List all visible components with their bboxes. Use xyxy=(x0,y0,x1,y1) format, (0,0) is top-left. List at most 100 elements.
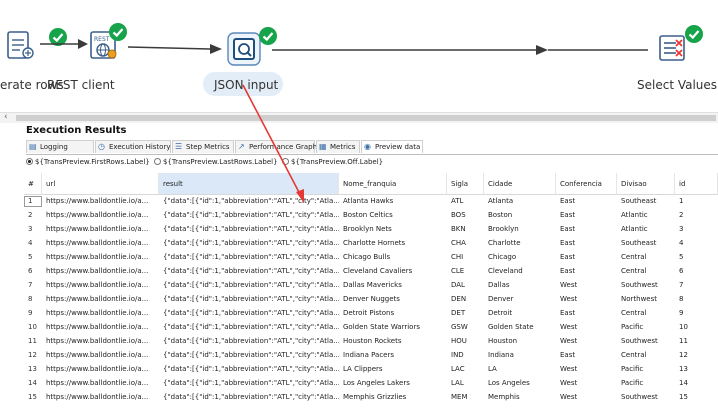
cell-nome-franquia[interactable]: Brooklyn Nets xyxy=(339,224,447,235)
column-header-id[interactable]: id xyxy=(675,173,718,195)
hop-generate-to-rest[interactable] xyxy=(40,39,88,49)
cell-divisao[interactable]: Pacific xyxy=(617,322,675,333)
cell-sigla[interactable]: DEN xyxy=(447,294,484,305)
cell-divisao[interactable]: Northwest xyxy=(617,294,675,305)
column-header-result[interactable]: result xyxy=(159,173,339,195)
cell-conferencia[interactable]: East xyxy=(556,210,617,221)
cell-id[interactable]: 12 xyxy=(675,350,718,361)
table-row[interactable]: 15 https://www.balldontlie.io/a... {"data"… xyxy=(24,392,718,403)
cell-row-number[interactable]: 3 xyxy=(24,224,42,235)
cell-result[interactable]: {"data":[{"id":1,"abbreviation":"ATL","c… xyxy=(159,266,339,277)
cell-cidade[interactable]: LA xyxy=(484,364,556,375)
column-header-url[interactable]: url xyxy=(42,173,159,195)
cell-result[interactable]: {"data":[{"id":1,"abbreviation":"ATL","c… xyxy=(159,364,339,375)
cell-row-number[interactable]: 10 xyxy=(24,322,42,333)
cell-result[interactable]: {"data":[{"id":1,"abbreviation":"ATL","c… xyxy=(159,280,339,291)
table-row[interactable]: 12 https://www.balldontlie.io/a... {"data"… xyxy=(24,350,718,361)
cell-cidade[interactable]: Charlotte xyxy=(484,238,556,249)
cell-row-number[interactable]: 7 xyxy=(24,280,42,291)
tab-logging[interactable]: ▤ Logging xyxy=(26,140,94,153)
cell-nome-franquia[interactable]: Charlotte Hornets xyxy=(339,238,447,249)
cell-id[interactable]: 15 xyxy=(675,392,718,403)
table-row[interactable]: 9 https://www.balldontlie.io/a... {"data":… xyxy=(24,308,718,319)
cell-cidade[interactable]: Indiana xyxy=(484,350,556,361)
column-header-row-number[interactable]: # xyxy=(24,173,42,195)
cell-id[interactable]: 9 xyxy=(675,308,718,319)
cell-id[interactable]: 11 xyxy=(675,336,718,347)
cell-conferencia[interactable]: East xyxy=(556,266,617,277)
cell-row-number[interactable]: 8 xyxy=(24,294,42,305)
cell-sigla[interactable]: HOU xyxy=(447,336,484,347)
cell-cidade[interactable]: Atlanta xyxy=(484,196,556,207)
cell-conferencia[interactable]: East xyxy=(556,238,617,249)
table-row[interactable]: 5 https://www.balldontlie.io/a... {"data":… xyxy=(24,252,718,263)
table-row[interactable]: 10 https://www.balldontlie.io/a... {"data"… xyxy=(24,322,718,333)
cell-divisao[interactable]: Pacific xyxy=(617,364,675,375)
cell-divisao[interactable]: Central xyxy=(617,252,675,263)
cell-id[interactable]: 14 xyxy=(675,378,718,389)
cell-nome-franquia[interactable]: Boston Celtics xyxy=(339,210,447,221)
cell-result[interactable]: {"data":[{"id":1,"abbreviation":"ATL","c… xyxy=(159,308,339,319)
cell-id[interactable]: 10 xyxy=(675,322,718,333)
cell-conferencia[interactable]: East xyxy=(556,308,617,319)
cell-row-number[interactable]: 5 xyxy=(24,252,42,263)
tab-step-metrics[interactable]: ☰ Step Metrics xyxy=(172,140,234,153)
table-row[interactable]: 7 https://www.balldontlie.io/a... {"data":… xyxy=(24,280,718,291)
scroll-left-arrow-icon[interactable]: ‹ xyxy=(4,112,8,122)
tab-metrics[interactable]: ▦ Metrics xyxy=(316,140,360,153)
cell-sigla[interactable]: DET xyxy=(447,308,484,319)
cell-result[interactable]: {"data":[{"id":1,"abbreviation":"ATL","c… xyxy=(159,392,339,403)
cell-sigla[interactable]: CHI xyxy=(447,252,484,263)
cell-id[interactable]: 1 xyxy=(675,196,718,207)
cell-id[interactable]: 4 xyxy=(675,238,718,249)
cell-url[interactable]: https://www.balldontlie.io/a... xyxy=(42,308,159,319)
table-row[interactable]: 11 https://www.balldontlie.io/a... {"data"… xyxy=(24,336,718,347)
cell-id[interactable]: 2 xyxy=(675,210,718,221)
cell-url[interactable]: https://www.balldontlie.io/a... xyxy=(42,238,159,249)
cell-divisao[interactable]: Central xyxy=(617,266,675,277)
cell-url[interactable]: https://www.balldontlie.io/a... xyxy=(42,364,159,375)
cell-sigla[interactable]: BOS xyxy=(447,210,484,221)
cell-nome-franquia[interactable]: Dallas Mavericks xyxy=(339,280,447,291)
tab-performance-graph[interactable]: ↗ Performance Graph xyxy=(235,140,317,153)
column-header-divisao[interactable]: Divisao xyxy=(617,173,675,195)
cell-cidade[interactable]: Houston xyxy=(484,336,556,347)
tab-execution-history[interactable]: ◷ Execution History xyxy=(95,140,171,153)
cell-cidade[interactable]: Los Angeles xyxy=(484,378,556,389)
cell-conferencia[interactable]: West xyxy=(556,364,617,375)
cell-cidade[interactable]: Dallas xyxy=(484,280,556,291)
radio-last-rows[interactable]: ${TransPreview.LastRows.Label} xyxy=(154,157,278,168)
cell-id[interactable]: 7 xyxy=(675,280,718,291)
column-header-nome-franquia[interactable]: Nome_franquia xyxy=(339,173,447,195)
radio-dot[interactable] xyxy=(154,158,161,165)
cell-result[interactable]: {"data":[{"id":1,"abbreviation":"ATL","c… xyxy=(159,378,339,389)
cell-divisao[interactable]: Central xyxy=(617,308,675,319)
cell-row-number[interactable]: 2 xyxy=(24,210,42,221)
cell-row-number[interactable]: 14 xyxy=(24,378,42,389)
cell-nome-franquia[interactable]: Denver Nuggets xyxy=(339,294,447,305)
cell-divisao[interactable]: Atlantic xyxy=(617,210,675,221)
cell-row-number[interactable]: 12 xyxy=(24,350,42,361)
cell-cidade[interactable]: Golden State xyxy=(484,322,556,333)
cell-url[interactable]: https://www.balldontlie.io/a... xyxy=(42,378,159,389)
cell-result[interactable]: {"data":[{"id":1,"abbreviation":"ATL","c… xyxy=(159,252,339,263)
column-header-conferencia[interactable]: Conferencia xyxy=(556,173,617,195)
cell-divisao[interactable]: Southeast xyxy=(617,238,675,249)
cell-sigla[interactable]: CHA xyxy=(447,238,484,249)
cell-sigla[interactable]: BKN xyxy=(447,224,484,235)
cell-row-number[interactable]: 9 xyxy=(24,308,42,319)
cell-divisao[interactable]: Southwest xyxy=(617,280,675,291)
cell-nome-franquia[interactable]: Cleveland Cavaliers xyxy=(339,266,447,277)
cell-nome-franquia[interactable]: Memphis Grizzlies xyxy=(339,392,447,403)
cell-sigla[interactable]: LAL xyxy=(447,378,484,389)
table-row[interactable]: 3 https://www.balldontlie.io/a... {"data":… xyxy=(24,224,718,235)
cell-conferencia[interactable]: East xyxy=(556,224,617,235)
hop-json-to-select[interactable] xyxy=(272,45,648,55)
cell-id[interactable]: 6 xyxy=(675,266,718,277)
cell-url[interactable]: https://www.balldontlie.io/a... xyxy=(42,392,159,403)
cell-conferencia[interactable]: West xyxy=(556,280,617,291)
cell-sigla[interactable]: DAL xyxy=(447,280,484,291)
cell-sigla[interactable]: LAC xyxy=(447,364,484,375)
cell-conferencia[interactable]: East xyxy=(556,350,617,361)
cell-nome-franquia[interactable]: Los Angeles Lakers xyxy=(339,378,447,389)
